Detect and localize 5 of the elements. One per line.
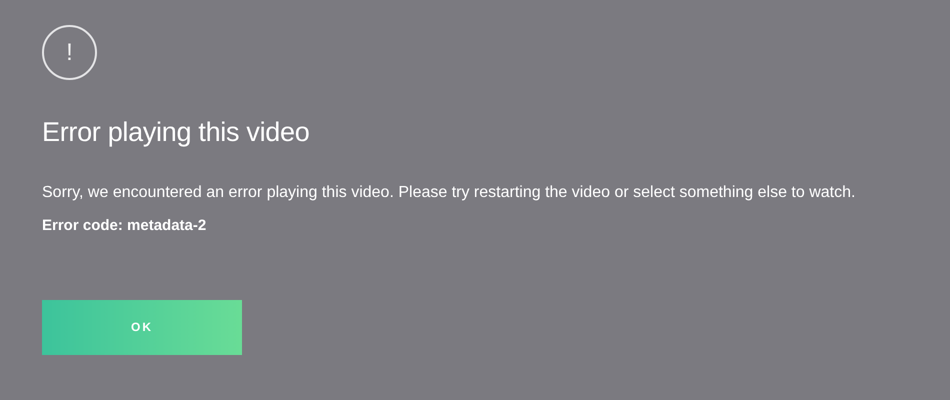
alert-icon: ! [42,25,97,80]
error-message: Sorry, we encountered an error playing this video. Please try restarting the video or select something else to watch. [42,183,856,204]
dialog-title: Error playing this video [42,116,310,148]
ok-button[interactable]: OK [42,300,242,355]
error-code: Error code: metadata-2 [42,216,208,236]
